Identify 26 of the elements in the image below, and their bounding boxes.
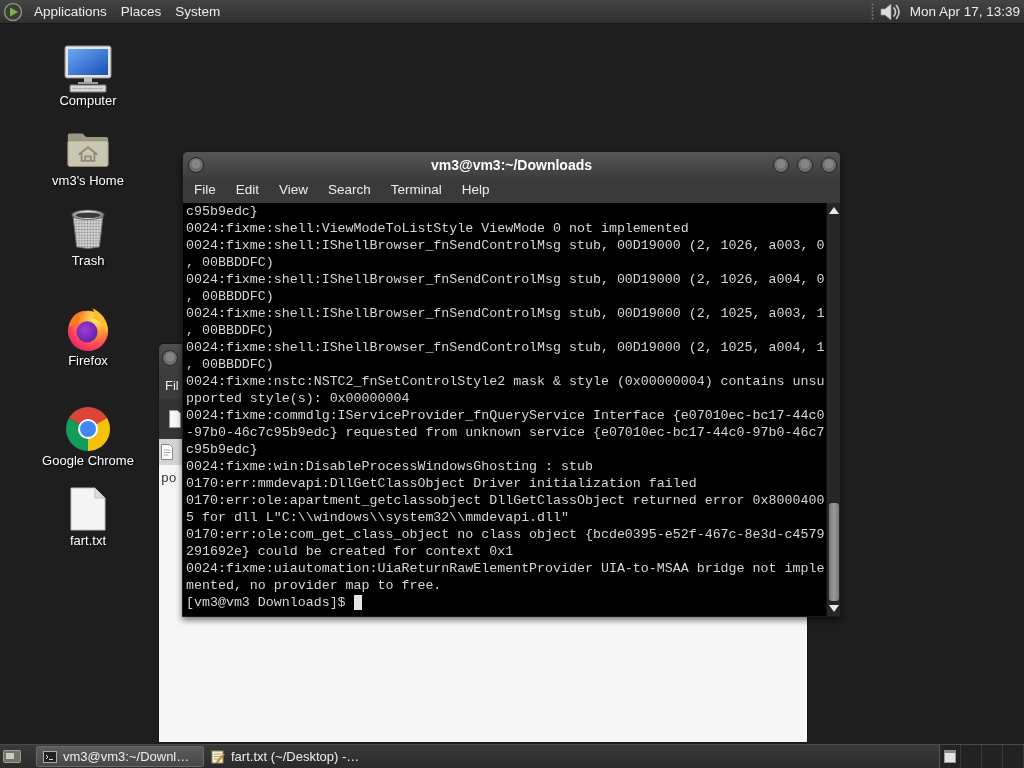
terminal-line: 0024:fixme:shell:ViewModeToListStyle ViewMode 0 not implemented — [186, 220, 690, 237]
terminal-line: 0024:fixme:win:DisableProcessWindowsGhosting : stub — [186, 458, 594, 475]
terminal-line: c95b9edc} — [186, 203, 259, 220]
document-text: po — [161, 471, 177, 486]
terminal-line: 291692e} could be created for context 0x1 — [186, 543, 515, 560]
terminal-line: , 00BBDDFC) — [186, 288, 275, 305]
terminal-line: 0024:fixme:shell:IShellBrowser_fnSendControlMsg stub, 00D19000 (2, 1025, a003, 1 — [186, 305, 826, 322]
terminal-line: c95b9edc} — [186, 441, 259, 458]
terminal-line: 0170:err:ole:com_get_class_object no class object {bcde0395-e52f-467c-8e3d-c4579 — [186, 526, 826, 543]
terminal-line: mented, no provider map to free. — [186, 577, 443, 594]
terminal-prompt: [vm3@vm3 Downloads]$ — [186, 594, 346, 611]
terminal-line: pported style(s): 0x00000004 — [186, 390, 411, 407]
terminal-line: 0170:err:mmdevapi:DllGetClassObject Driver initialization failed — [186, 475, 698, 492]
terminal-line: 0024:fixme:commdlg:IServiceProvider_fnQueryService Interface {e07010ec-bc17-44c0 — [186, 407, 826, 424]
terminal-line: , 00BBDDFC) — [186, 356, 275, 373]
terminal-line: -97b0-46c7c95b9edc} requested from unknown service {e07010ec-bc17-44c0-97b0-46c7 — [186, 424, 826, 441]
terminal-line: 0024:fixme:shell:IShellBrowser_fnSendControlMsg stub, 00D19000 (2, 1026, a004, 0 — [186, 271, 826, 288]
terminal-line: 0024:fixme:uiautomation:UiaReturnRawElementProvider UIA-to-MSAA bridge not imple — [186, 560, 826, 577]
terminal-line: 0024:fixme:shell:IShellBrowser_fnSendControlMsg stub, 00D19000 (2, 1025, a004, 1 — [186, 339, 826, 356]
terminal-line: , 00BBDDFC) — [186, 254, 275, 271]
terminal-line: 0024:fixme:nstc:NSTC2_fnSetControlStyle2 mask & style (0x00000004) contains unsu — [186, 373, 826, 390]
terminal-line: 5 for dll L"C:\\windows\\system32\\mmdevapi.dll" — [186, 509, 570, 526]
terminal-line: 0170:err:ole:apartment_getclassobject DllGetClassObject returned error 0x8000400 — [186, 492, 826, 509]
terminal-line: , 00BBDDFC) — [186, 322, 275, 339]
terminal-line: 0024:fixme:shell:IShellBrowser_fnSendControlMsg stub, 00D19000 (2, 1026, a003, 0 — [186, 237, 826, 254]
window-title: vm3@vm3:~/Downloads — [430, 156, 593, 173]
